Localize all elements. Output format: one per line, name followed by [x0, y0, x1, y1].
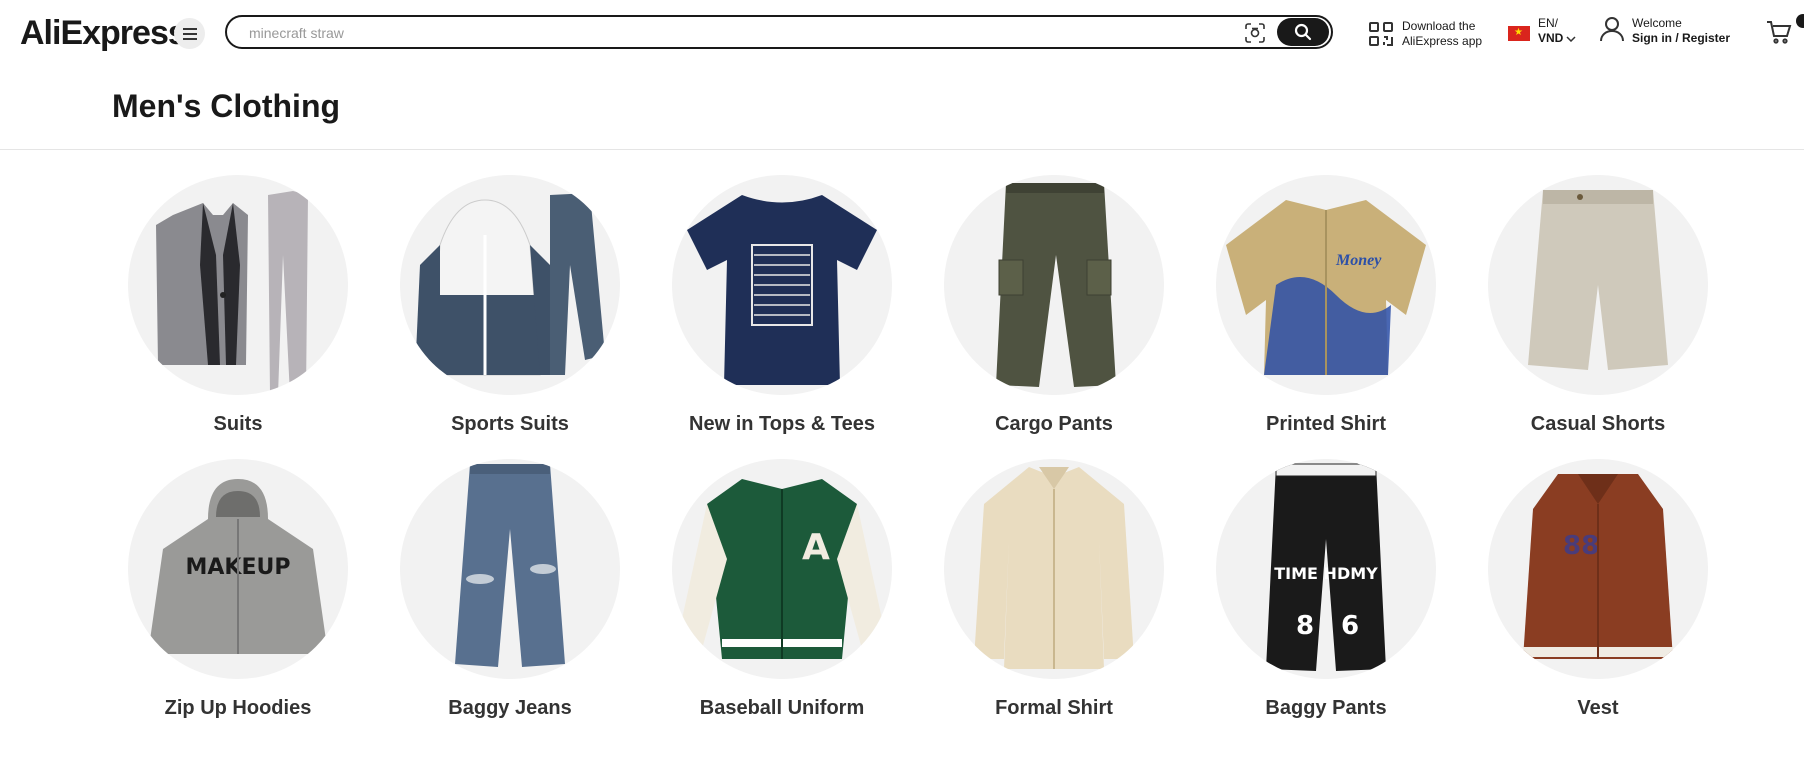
- category-baseball-uniform[interactable]: A Baseball Uniform: [652, 459, 912, 720]
- svg-text:6: 6: [1341, 611, 1359, 641]
- vietnam-flag-icon: ★: [1508, 26, 1530, 41]
- category-suits[interactable]: Suits: [108, 175, 368, 436]
- app-download-line2: AliExpress app: [1402, 34, 1483, 48]
- category-label: Casual Shorts: [1530, 413, 1666, 435]
- camera-scan-icon: [1245, 23, 1265, 43]
- logo-text: AliExpress: [20, 14, 187, 52]
- category-label: Sports Suits: [451, 413, 569, 435]
- search-icon: [1294, 23, 1312, 41]
- search-input[interactable]: [247, 17, 1231, 49]
- tshirt-icon: [687, 195, 877, 385]
- suit-icon: [156, 191, 308, 395]
- chevron-down-icon: [1566, 35, 1576, 42]
- cart-icon: [1767, 21, 1792, 44]
- app-download-link[interactable]: Download the AliExpress app: [1368, 18, 1482, 50]
- image-search-button[interactable]: [1243, 21, 1267, 45]
- hoodie-icon: MAKEUP: [148, 479, 328, 654]
- hamburger-icon: [182, 27, 197, 40]
- category-image: [944, 175, 1164, 395]
- category-image: [400, 459, 620, 679]
- app-download-line1: Download the: [1402, 19, 1476, 33]
- svg-text:8: 8: [1296, 611, 1314, 641]
- category-label: Baggy Pants: [1265, 697, 1387, 719]
- welcome-text: Welcome: [1632, 16, 1682, 30]
- category-label: Suits: [213, 413, 263, 435]
- category-image: [1488, 175, 1708, 395]
- shorts-icon: [1528, 190, 1668, 370]
- category-new-in-tops-tees[interactable]: New in Tops & Tees: [652, 175, 912, 436]
- category-printed-shirt[interactable]: Money Printed Shirt: [1196, 175, 1456, 436]
- category-image: [128, 175, 348, 395]
- category-label: New in Tops & Tees: [689, 413, 875, 435]
- baggy-pants-icon: TIME HDMY 8 6: [1266, 463, 1386, 671]
- category-sports-suits[interactable]: Sports Suits: [380, 175, 640, 436]
- vest-icon: 88: [1523, 474, 1673, 659]
- category-image: TIME HDMY 8 6: [1216, 459, 1436, 679]
- currency-label: VND: [1538, 31, 1564, 45]
- category-label: Cargo Pants: [995, 413, 1113, 435]
- category-label: Vest: [1577, 697, 1619, 719]
- category-image: Money: [1216, 175, 1436, 395]
- page-title: Men's Clothing: [112, 88, 341, 124]
- site-header: AliExpress minecraft straw Download the …: [0, 0, 1804, 66]
- category-image: MAKEUP: [128, 459, 348, 679]
- category-label: Baggy Jeans: [448, 697, 572, 719]
- category-formal-shirt[interactable]: Formal Shirt: [924, 459, 1184, 720]
- search-bar: [225, 15, 1333, 49]
- category-image: A: [672, 459, 892, 679]
- category-label: Zip Up Hoodies: [164, 697, 312, 719]
- account-signin[interactable]: Welcome Sign in / Register: [1600, 16, 1730, 46]
- category-image: [672, 175, 892, 395]
- menu-button[interactable]: [174, 18, 205, 49]
- search-button[interactable]: [1277, 18, 1329, 46]
- category-zip-up-hoodies[interactable]: MAKEUP Zip Up Hoodies: [108, 459, 368, 720]
- svg-text:Money: Money: [1335, 252, 1382, 269]
- varsity-jacket-icon: A: [682, 479, 882, 659]
- jeans-icon: [455, 464, 565, 667]
- category-label: Printed Shirt: [1265, 413, 1386, 435]
- language-label: EN/: [1538, 16, 1559, 30]
- category-image: 88: [1488, 459, 1708, 679]
- category-baggy-jeans[interactable]: Baggy Jeans: [380, 459, 640, 720]
- category-casual-shorts[interactable]: Casual Shorts: [1468, 175, 1728, 436]
- category-cargo-pants[interactable]: Cargo Pants: [924, 175, 1184, 436]
- header-divider: [0, 149, 1804, 150]
- aliexpress-logo[interactable]: AliExpress: [20, 14, 187, 53]
- category-image: [400, 175, 620, 395]
- language-currency-selector[interactable]: ★ EN/ VND: [1508, 16, 1576, 46]
- svg-text:A: A: [802, 527, 830, 568]
- svg-text:TIME HDMY: TIME HDMY: [1274, 564, 1378, 583]
- printed-shirt-icon: Money: [1226, 200, 1426, 375]
- qr-code-icon: [1369, 22, 1393, 46]
- svg-text:88: 88: [1563, 531, 1599, 561]
- signin-register-link[interactable]: Sign in / Register: [1632, 31, 1730, 46]
- category-image: [944, 459, 1164, 679]
- cargo-pants-icon: [996, 183, 1116, 387]
- category-baggy-pants[interactable]: TIME HDMY 8 6 Baggy Pants: [1196, 459, 1456, 720]
- formal-shirt-icon: [974, 467, 1134, 669]
- category-label: Formal Shirt: [995, 697, 1113, 719]
- category-label: Baseball Uniform: [699, 697, 865, 719]
- cart-button[interactable]: [1766, 20, 1792, 49]
- user-icon: [1600, 17, 1624, 42]
- tracksuit-icon: [415, 193, 605, 376]
- cart-count-badge: [1796, 14, 1804, 28]
- category-vest[interactable]: 88 Vest: [1468, 459, 1728, 720]
